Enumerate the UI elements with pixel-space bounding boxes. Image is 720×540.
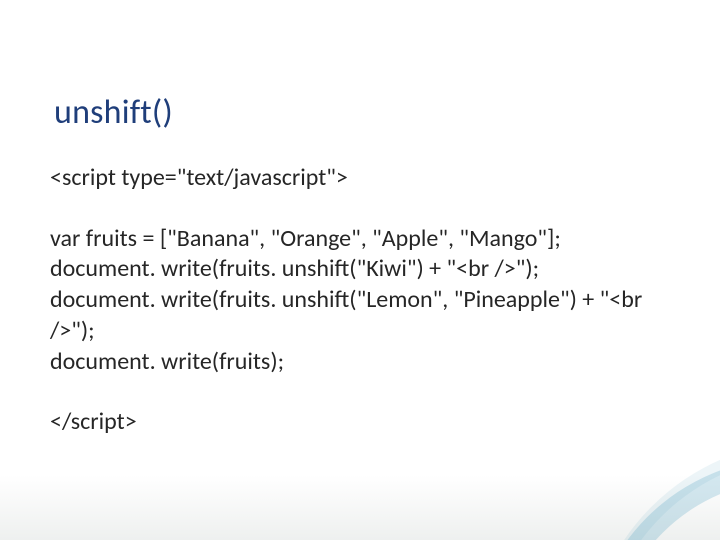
code-open-tag: <script type="text/javascript"> [50, 163, 670, 194]
code-line-2: document. write(fruits. unshift("Kiwi") … [50, 254, 670, 285]
code-line-1: var fruits = ["Banana", "Orange", "Apple… [50, 224, 670, 255]
decorative-arc-corner [570, 430, 720, 540]
code-line-3: document. write(fruits. unshift("Lemon",… [50, 285, 670, 346]
code-line-4: document. write(fruits); [50, 347, 670, 378]
slide-body: <script type="text/javascript"> var frui… [50, 163, 670, 438]
slide-title: unshift() [54, 92, 670, 133]
